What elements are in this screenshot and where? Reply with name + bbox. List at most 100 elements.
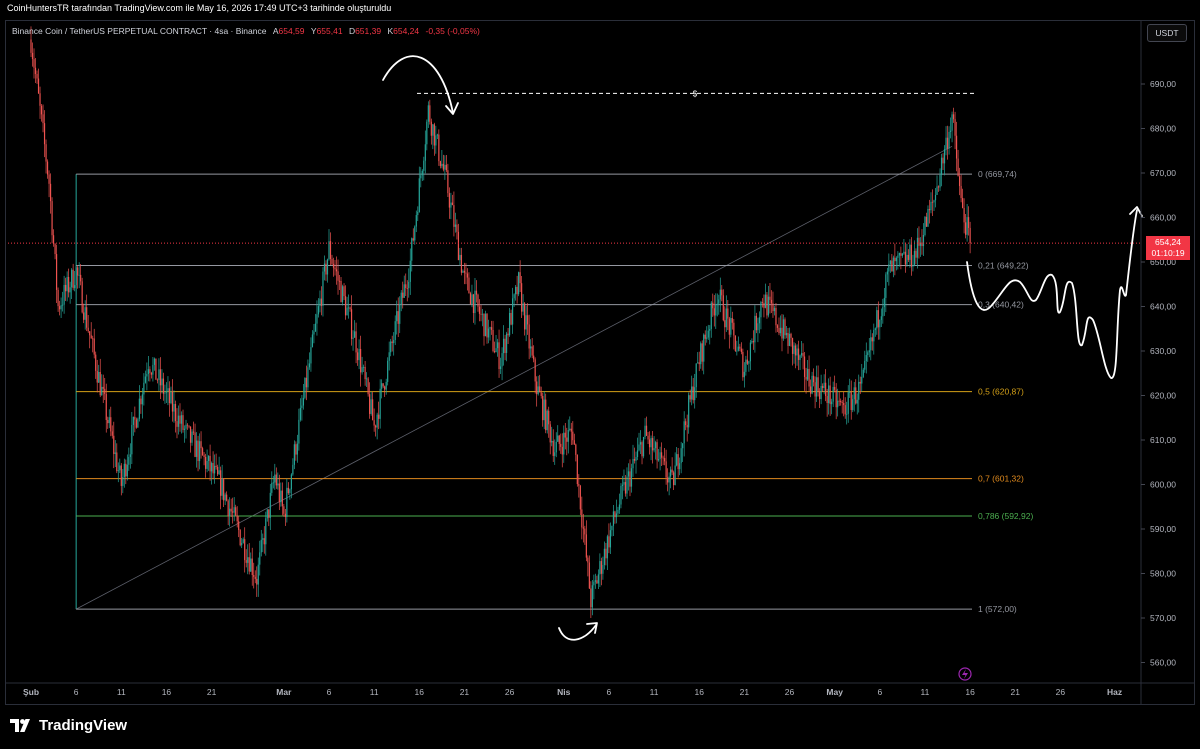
candle-body[interactable] bbox=[727, 308, 729, 319]
candle-body[interactable] bbox=[496, 342, 499, 349]
candle-body[interactable] bbox=[692, 386, 694, 401]
candle-body[interactable] bbox=[907, 254, 910, 260]
candle-body[interactable] bbox=[949, 130, 952, 132]
candle-body[interactable] bbox=[895, 257, 897, 262]
candle-body[interactable] bbox=[42, 114, 44, 124]
candle-body[interactable] bbox=[584, 528, 586, 535]
candle-body[interactable] bbox=[335, 269, 338, 272]
candle-body[interactable] bbox=[513, 294, 515, 299]
candle-body[interactable] bbox=[182, 415, 184, 430]
candle-body[interactable] bbox=[515, 286, 517, 295]
candle-body[interactable] bbox=[739, 346, 741, 349]
candle-body[interactable] bbox=[954, 119, 956, 136]
candle-body[interactable] bbox=[466, 273, 469, 278]
candle-body[interactable] bbox=[495, 348, 497, 353]
symbol-legend[interactable]: Binance Coin / TetherUS PERPETUAL CONTRA… bbox=[12, 26, 480, 36]
candle-body[interactable] bbox=[367, 378, 369, 395]
candle-body[interactable] bbox=[712, 302, 714, 309]
candle-body[interactable] bbox=[350, 309, 353, 339]
candle-body[interactable] bbox=[211, 463, 213, 472]
candle-body[interactable] bbox=[238, 521, 240, 531]
candle-body[interactable] bbox=[835, 389, 837, 408]
candle-body[interactable] bbox=[227, 500, 229, 517]
candle-body[interactable] bbox=[191, 431, 193, 443]
candle-body[interactable] bbox=[590, 588, 592, 608]
candle-body[interactable] bbox=[656, 442, 658, 461]
candle-body[interactable] bbox=[566, 437, 568, 442]
candle-body[interactable] bbox=[788, 333, 791, 346]
candle-body[interactable] bbox=[698, 362, 700, 365]
candle-body[interactable] bbox=[299, 407, 301, 420]
candle-body[interactable] bbox=[490, 327, 493, 330]
candle-body[interactable] bbox=[447, 170, 449, 194]
candle-body[interactable] bbox=[816, 377, 818, 397]
candle-body[interactable] bbox=[536, 381, 538, 395]
candle-body[interactable] bbox=[785, 332, 788, 336]
candle-body[interactable] bbox=[305, 377, 308, 388]
candle-body[interactable] bbox=[217, 466, 219, 475]
candle-body[interactable] bbox=[226, 494, 228, 501]
candle-body[interactable] bbox=[751, 341, 753, 343]
candle-body[interactable] bbox=[728, 318, 730, 335]
candle-body[interactable] bbox=[164, 392, 166, 394]
candle-body[interactable] bbox=[481, 313, 484, 315]
candle-body[interactable] bbox=[72, 269, 74, 289]
candle-body[interactable] bbox=[901, 253, 903, 256]
candle-body[interactable] bbox=[790, 333, 792, 338]
candle-body[interactable] bbox=[600, 561, 602, 574]
candle-body[interactable] bbox=[608, 536, 610, 548]
candle-body[interactable] bbox=[849, 392, 851, 393]
candle-body[interactable] bbox=[647, 435, 649, 440]
candle-body[interactable] bbox=[344, 296, 347, 316]
candle-body[interactable] bbox=[40, 105, 43, 115]
candle-body[interactable] bbox=[808, 368, 810, 387]
candle-body[interactable] bbox=[596, 580, 598, 584]
candle-body[interactable] bbox=[844, 405, 846, 415]
candle-body[interactable] bbox=[484, 313, 487, 337]
candle-body[interactable] bbox=[388, 352, 390, 361]
candle-body[interactable] bbox=[224, 494, 226, 501]
candle-body[interactable] bbox=[328, 241, 330, 260]
candle-body[interactable] bbox=[933, 200, 935, 203]
candle-body[interactable] bbox=[406, 288, 408, 289]
candle-body[interactable] bbox=[721, 289, 723, 296]
candle-body[interactable] bbox=[132, 416, 134, 425]
candle-body[interactable] bbox=[697, 362, 699, 364]
candle-body[interactable] bbox=[65, 284, 67, 292]
candle-body[interactable] bbox=[281, 490, 283, 507]
candle-body[interactable] bbox=[846, 413, 848, 415]
candle-body[interactable] bbox=[636, 450, 639, 457]
candle-body[interactable] bbox=[527, 315, 529, 325]
candle-body[interactable] bbox=[394, 321, 396, 340]
candle-body[interactable] bbox=[852, 399, 854, 410]
candle-body[interactable] bbox=[113, 435, 115, 454]
candle-body[interactable] bbox=[223, 478, 225, 501]
candle-body[interactable] bbox=[293, 444, 295, 465]
candle-body[interactable] bbox=[477, 294, 479, 307]
candle-body[interactable] bbox=[221, 478, 223, 496]
candle-body[interactable] bbox=[75, 267, 77, 286]
candle-body[interactable] bbox=[868, 350, 870, 353]
candle-body[interactable] bbox=[775, 307, 777, 326]
candle-body[interactable] bbox=[33, 59, 35, 68]
candle-body[interactable] bbox=[572, 431, 574, 441]
candle-body[interactable] bbox=[138, 398, 140, 419]
candle-body[interactable] bbox=[185, 424, 187, 429]
candle-body[interactable] bbox=[295, 444, 297, 455]
candle-body[interactable] bbox=[731, 318, 733, 323]
candle-body[interactable] bbox=[77, 267, 79, 276]
candle-body[interactable] bbox=[358, 348, 360, 361]
candle-body[interactable] bbox=[691, 386, 693, 400]
candle-body[interactable] bbox=[621, 484, 624, 486]
candle-body[interactable] bbox=[961, 198, 964, 208]
candle-body[interactable] bbox=[343, 286, 345, 297]
candle-body[interactable] bbox=[507, 333, 509, 336]
candle-body[interactable] bbox=[958, 176, 961, 187]
candle-body[interactable] bbox=[552, 440, 554, 456]
candle-body[interactable] bbox=[800, 353, 803, 356]
candle-body[interactable] bbox=[638, 444, 640, 451]
candle-body[interactable] bbox=[522, 303, 524, 312]
candles[interactable] bbox=[30, 26, 971, 618]
candle-body[interactable] bbox=[828, 385, 830, 403]
candle-body[interactable] bbox=[879, 319, 881, 328]
